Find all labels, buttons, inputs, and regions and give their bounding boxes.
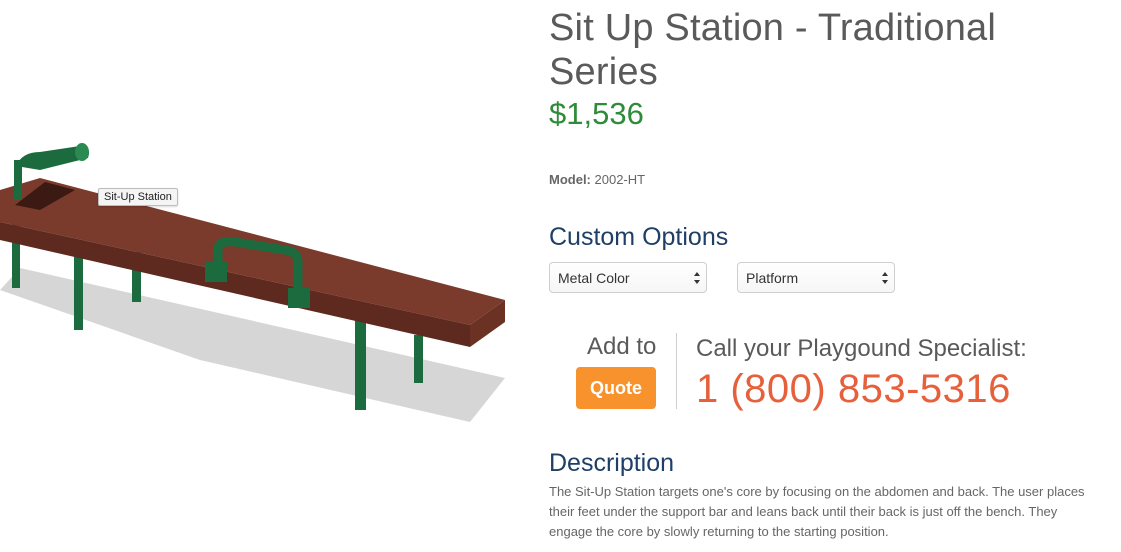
model-value: 2002-HT	[594, 172, 646, 187]
image-tooltip: Sit-Up Station	[98, 188, 178, 206]
select-arrows-icon	[882, 272, 888, 284]
product-title: Sit Up Station - Traditional Series	[549, 7, 997, 93]
metal-color-select[interactable]: Metal Color	[549, 262, 707, 293]
custom-options-selects: Metal Color Platform	[549, 262, 1109, 293]
description-heading: Description	[549, 449, 675, 477]
select-arrows-icon	[694, 272, 700, 284]
roller-end	[75, 143, 89, 161]
model-label: Model:	[549, 172, 591, 187]
handle-clamp	[288, 288, 310, 308]
metal-color-select-label: Metal Color	[558, 270, 630, 286]
quote-divider	[676, 333, 677, 409]
phone-number[interactable]: 1 (800) 853-5316	[696, 367, 1011, 412]
bench-leg	[355, 320, 366, 410]
bench-leg	[414, 335, 423, 383]
quote-area: Add to Quote Call your Playgound Special…	[549, 331, 1109, 411]
add-to-label: Add to	[587, 333, 657, 360]
product-price: $1,536	[549, 96, 644, 131]
product-image	[0, 143, 505, 422]
call-specialist-label: Call your Playgound Specialist:	[696, 335, 1027, 362]
quote-button[interactable]: Quote	[576, 367, 656, 409]
description-text: The Sit-Up Station targets one's core by…	[549, 484, 1085, 539]
product-details: Sit Up Station - Traditional Series $1,5…	[549, 0, 1109, 539]
platform-select[interactable]: Platform	[737, 262, 895, 293]
custom-options-heading: Custom Options	[549, 223, 729, 251]
product-model: Model: 2002-HT	[549, 172, 1109, 187]
handle-clamp	[205, 262, 227, 282]
platform-select-label: Platform	[746, 270, 799, 286]
